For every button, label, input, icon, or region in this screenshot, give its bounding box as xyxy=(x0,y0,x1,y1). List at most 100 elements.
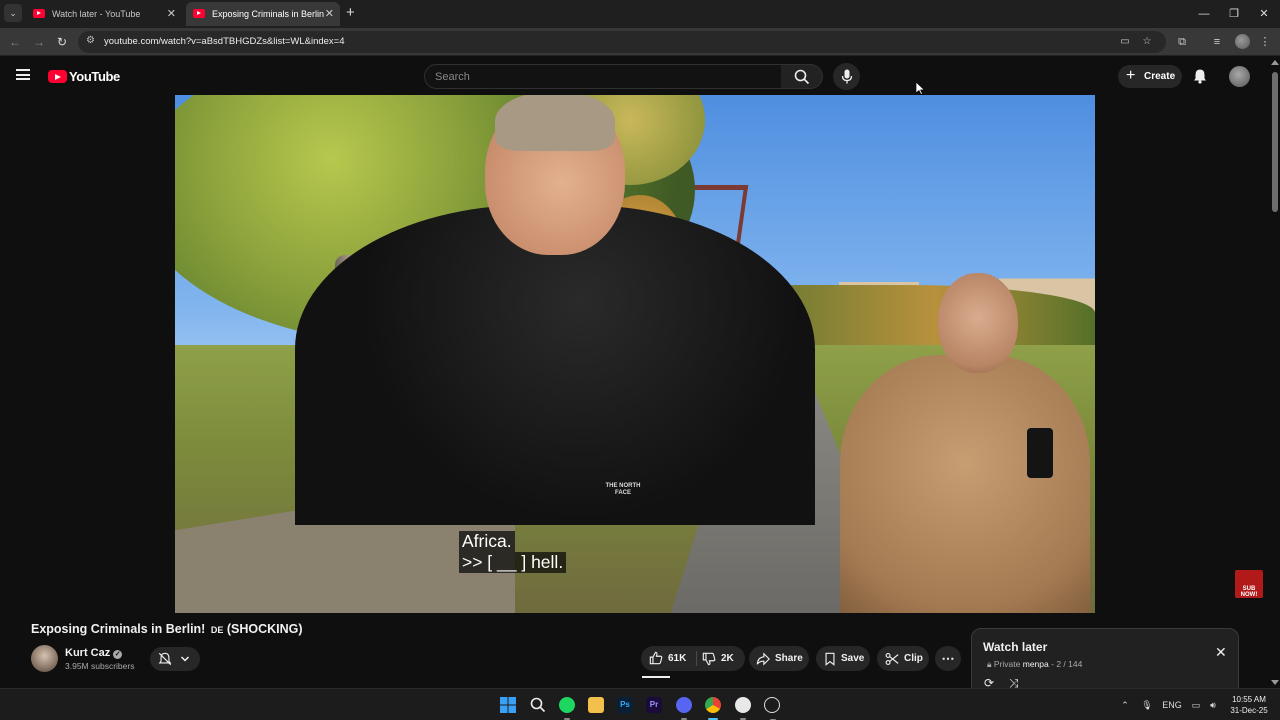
search-input[interactable] xyxy=(425,65,781,88)
tab-search-button[interactable]: ⌄ xyxy=(4,4,22,22)
clock-app-icon[interactable] xyxy=(735,697,751,720)
site-info-icon[interactable]: ⚙ xyxy=(86,35,98,49)
extensions-icon[interactable]: ⧉ xyxy=(1173,33,1191,51)
spotify-icon[interactable] xyxy=(559,697,575,720)
dislike-count[interactable]: 2K xyxy=(721,646,734,671)
video-frame-second-person-head xyxy=(938,273,1018,373)
tab-current-video[interactable]: Exposing Criminals in Berlin! DE (SHOCKI… xyxy=(186,2,340,26)
save-button[interactable]: Save xyxy=(816,646,870,671)
address-bar[interactable]: ⚙ youtube.com/watch?v=aBsdTBHGDZs&list=W… xyxy=(78,31,1166,53)
microphone-icon xyxy=(841,69,853,84)
bookmark-icon xyxy=(825,652,835,666)
media-control-icon[interactable]: ≡ xyxy=(1208,33,1226,51)
system-clock[interactable]: 10:55 AM 31-Dec-25 xyxy=(1226,694,1272,716)
video-player[interactable]: THE NORTH FACE Africa. >> [ __ ] hell. xyxy=(175,95,1095,613)
tray-microphone-icon[interactable]: 🎙︎ xyxy=(1140,689,1154,720)
title-flag-text: DE xyxy=(210,625,224,635)
network-icon[interactable]: ▭ xyxy=(1189,689,1203,720)
windows-taskbar: Ps Pr ⌃ 🎙︎ ENG ▭ 🔊︎ 10:55 AM 31-Dec-25 xyxy=(0,688,1280,720)
new-tab-button[interactable]: + xyxy=(346,4,355,22)
subscriber-count: 3.95M subscribers xyxy=(65,661,135,671)
page-scrollbar-thumb[interactable] xyxy=(1272,72,1278,212)
subscribe-watermark[interactable]: SUB NOW! xyxy=(1235,570,1263,598)
like-count[interactable]: 61K xyxy=(668,646,686,671)
url-text[interactable]: youtube.com/watch?v=aBsdTBHGDZs&list=WL&… xyxy=(104,31,345,53)
bookmark-star-icon[interactable]: ☆ xyxy=(1140,35,1154,49)
more-actions-icon[interactable]: ⋯ xyxy=(935,646,961,671)
volume-icon[interactable]: 🔊︎ xyxy=(1206,689,1220,720)
language-indicator[interactable]: ENG xyxy=(1160,689,1184,720)
profile-avatar[interactable] xyxy=(1235,34,1250,49)
premiere-icon[interactable]: Pr xyxy=(646,697,662,713)
discord-icon[interactable] xyxy=(676,697,692,720)
playlist-privacy: Private xyxy=(993,659,1021,669)
caption-line-1: Africa. xyxy=(459,531,515,552)
minimize-icon[interactable]: — xyxy=(1188,0,1220,28)
tray-overflow-icon[interactable]: ⌃ xyxy=(1118,689,1132,720)
scissors-icon xyxy=(885,653,899,665)
chevron-down-icon xyxy=(180,656,190,662)
like-button[interactable] xyxy=(649,646,663,674)
bell-off-icon xyxy=(158,652,172,666)
clip-label: Clip xyxy=(904,653,923,664)
search-box xyxy=(424,64,782,89)
youtube-logo-text: YouTube xyxy=(69,69,120,84)
video-title-text: Exposing Criminals in Berlin! xyxy=(31,622,206,636)
account-avatar[interactable] xyxy=(1229,66,1250,87)
chrome-icon[interactable] xyxy=(705,697,721,720)
browser-tab-strip: ⌄ Watch later - YouTube ✕ Exposing Crimi… xyxy=(0,0,1280,28)
file-explorer-icon[interactable] xyxy=(588,697,604,713)
close-playlist-icon[interactable]: ✕ xyxy=(1215,645,1227,659)
youtube-favicon-icon xyxy=(33,9,45,18)
share-button[interactable]: Share xyxy=(749,646,809,671)
voice-search-button[interactable] xyxy=(833,63,860,90)
create-button[interactable]: + Create xyxy=(1118,65,1182,88)
playlist-title[interactable]: Watch later xyxy=(983,640,1047,654)
app-with-notification-icon[interactable] xyxy=(764,697,780,720)
browser-menu-icon[interactable]: ⋮ xyxy=(1256,33,1274,51)
forward-icon[interactable]: → xyxy=(30,33,48,51)
subscribed-notifications-button[interactable] xyxy=(150,647,200,671)
create-label: Create xyxy=(1144,71,1176,82)
notifications-bell-icon[interactable] xyxy=(1192,68,1208,84)
caption-line-2: >> [ __ ] hell. xyxy=(459,552,567,573)
reload-icon[interactable]: ↻ xyxy=(53,33,71,51)
channel-name-text[interactable]: Kurt Caz xyxy=(65,647,110,659)
thumbs-up-icon xyxy=(649,651,663,665)
dislike-button[interactable] xyxy=(702,646,716,675)
start-windows-icon[interactable] xyxy=(500,697,516,713)
search-icon xyxy=(794,69,810,85)
close-window-icon[interactable]: ✕ xyxy=(1248,0,1280,28)
clock-time: 10:55 AM xyxy=(1232,695,1266,704)
save-label: Save xyxy=(841,653,865,664)
share-arrow-icon xyxy=(756,652,770,666)
channel-avatar[interactable] xyxy=(31,645,58,672)
like-divider xyxy=(696,651,697,666)
scroll-down-arrow-icon[interactable] xyxy=(1271,680,1279,685)
photoshop-icon[interactable]: Ps xyxy=(617,697,633,713)
video-frame-second-person-jacket xyxy=(840,355,1090,613)
like-active-underline xyxy=(642,676,670,678)
search-button[interactable] xyxy=(781,64,823,89)
channel-name[interactable]: Kurt Caz ✓ xyxy=(65,647,123,659)
back-icon[interactable]: ← xyxy=(6,33,24,51)
share-label: Share xyxy=(775,653,803,664)
menu-icon[interactable] xyxy=(16,69,30,80)
tab-watch-later[interactable]: Watch later - YouTube ✕ xyxy=(26,2,182,26)
clip-button[interactable]: Clip xyxy=(877,646,929,671)
video-frame-jacket-pocket xyxy=(1027,428,1053,478)
verified-badge-icon: ✓ xyxy=(113,650,123,659)
taskbar-search-icon[interactable] xyxy=(530,697,546,713)
tab-label: Watch later - YouTube xyxy=(52,9,141,19)
thumbs-down-icon xyxy=(702,652,716,666)
scroll-up-arrow-icon[interactable] xyxy=(1271,60,1279,65)
playlist-position: 2 / 144 xyxy=(1056,659,1083,669)
restore-icon[interactable]: ❐ xyxy=(1218,0,1250,28)
like-dislike-group: 61K 2K xyxy=(641,646,745,671)
playlist-meta: 🔒︎ Private menpa - 2 / 144 xyxy=(987,659,1082,670)
playlist-owner[interactable]: menpa xyxy=(1023,659,1049,669)
playlist-separator: - xyxy=(1051,659,1054,669)
cast-icon[interactable]: ▭ xyxy=(1118,35,1132,49)
close-tab-icon[interactable]: ✕ xyxy=(325,2,334,26)
close-tab-icon[interactable]: ✕ xyxy=(167,2,176,26)
